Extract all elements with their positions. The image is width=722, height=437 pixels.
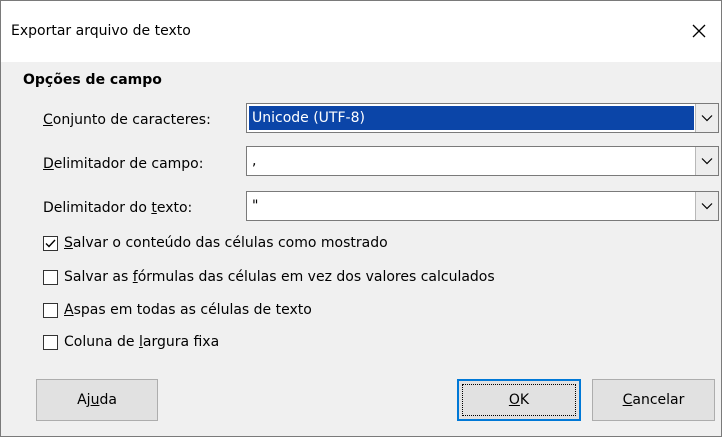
help-button-label: Ajuda (77, 392, 117, 408)
checkmark-icon (45, 239, 56, 248)
cancel-button-label: Cancelar (622, 392, 685, 408)
text-delimiter-value[interactable]: " (249, 194, 694, 218)
charset-dropdown-button[interactable] (695, 104, 718, 132)
cancel-button[interactable]: Cancelar (592, 379, 715, 421)
field-delimiter-label: Delimitador de campo: (43, 156, 204, 172)
quote-text-cells-label: Aspas em todas as células de texto (64, 302, 312, 318)
field-delimiter-dropdown-button[interactable] (695, 147, 718, 175)
export-text-dialog: Exportar arquivo de texto Opções de camp… (0, 0, 722, 437)
save-as-shown-label: Salvar o conteúdo das células como mostr… (64, 235, 388, 251)
chevron-down-icon (701, 158, 713, 165)
charset-label: Conjunto de caracteres: (43, 112, 211, 128)
quote-text-cells-option[interactable]: Aspas em todas as células de texto (43, 300, 312, 320)
ok-button[interactable]: OK (457, 379, 581, 421)
save-as-shown-option[interactable]: Salvar o conteúdo das células como mostr… (43, 233, 388, 253)
text-delimiter-combo[interactable]: " (246, 191, 719, 221)
fixed-width-label: Coluna de largura fixa (64, 334, 220, 350)
save-formulas-label: Salvar as fórmulas das células em vez do… (64, 269, 495, 285)
help-button[interactable]: Ajuda (36, 379, 158, 421)
chevron-down-icon (701, 203, 713, 210)
save-formulas-checkbox[interactable] (43, 269, 58, 285)
section-title: Opções de campo (23, 72, 162, 88)
close-button[interactable] (679, 13, 719, 49)
ok-button-label: OK (508, 392, 530, 408)
field-delimiter-value[interactable]: , (249, 149, 694, 173)
title-bar: Exportar arquivo de texto (1, 1, 721, 62)
window-title: Exportar arquivo de texto (11, 23, 191, 39)
fixed-width-option[interactable]: Coluna de largura fixa (43, 332, 219, 352)
charset-value: Unicode (UTF-8) (249, 106, 694, 130)
save-formulas-option[interactable]: Salvar as fórmulas das células em vez do… (43, 267, 495, 287)
chevron-down-icon (701, 115, 713, 122)
save-as-shown-checkbox[interactable] (43, 235, 58, 251)
fixed-width-checkbox[interactable] (43, 334, 58, 350)
quote-text-cells-checkbox[interactable] (43, 302, 58, 318)
text-delimiter-dropdown-button[interactable] (695, 192, 718, 220)
charset-select[interactable]: Unicode (UTF-8) (246, 103, 719, 133)
text-delimiter-label: Delimitador do texto: (43, 200, 193, 216)
field-delimiter-combo[interactable]: , (246, 146, 719, 176)
close-icon (692, 24, 706, 38)
